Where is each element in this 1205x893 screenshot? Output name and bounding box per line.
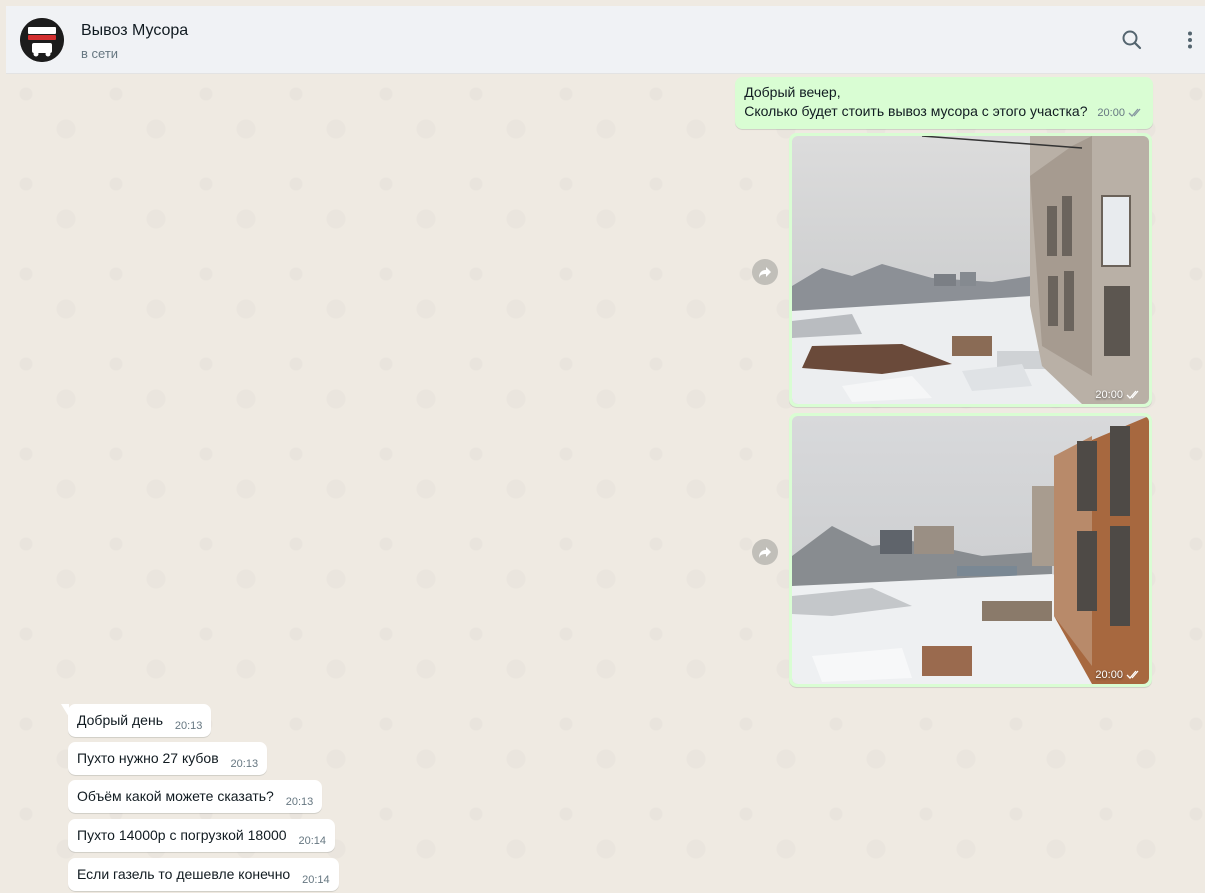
message-time: 20:14 — [298, 835, 326, 847]
message-text: Пухто 14000р с погрузкой 18000 — [77, 827, 287, 843]
photo-message[interactable]: 20:00 — [789, 413, 1152, 687]
incoming-message[interactable]: Добрый день 20:13 — [61, 704, 212, 737]
message-text-line: Добрый вечер, — [744, 84, 841, 100]
avatar[interactable] — [20, 18, 64, 62]
menu-button[interactable] — [1176, 26, 1204, 54]
incoming-message[interactable]: Пухто нужно 27 кубов 20:13 — [68, 742, 268, 775]
contact-status: в сети — [81, 46, 119, 61]
photo-meta: 20:00 — [1095, 669, 1142, 681]
snowy-yard-photo — [792, 136, 1149, 404]
search-button[interactable] — [1118, 26, 1146, 54]
message-time: 20:13 — [285, 796, 314, 808]
forward-icon — [759, 547, 771, 558]
photo-message[interactable]: 20:00 — [789, 133, 1152, 407]
message-time: 20:00 — [1097, 107, 1125, 119]
incoming-message[interactable]: Объём какой можете сказать? 20:13 — [68, 780, 323, 813]
chat-header: Вывоз Мусора в сети — [6, 6, 1205, 74]
incoming-message[interactable]: Если газель то дешевле конечно 20:14 — [68, 858, 339, 891]
double-check-icon — [1128, 108, 1141, 117]
incoming-message[interactable]: Пухто 14000р с погрузкой 18000 20:14 — [68, 819, 335, 852]
message-time: 20:00 — [1095, 669, 1123, 681]
message-text: Если газель то дешевле конечно — [77, 866, 291, 882]
menu-icon — [1188, 31, 1192, 49]
message-time: 20:13 — [174, 720, 203, 732]
contact-name[interactable]: Вывоз Мусора — [81, 22, 188, 40]
logo-icon — [20, 18, 64, 62]
outgoing-message[interactable]: Добрый вечер, Сколько будет стоить вывоз… — [735, 77, 1153, 129]
double-check-icon — [1126, 670, 1139, 679]
bubble-tail — [61, 704, 69, 717]
message-time: 20:13 — [230, 758, 259, 770]
forward-button[interactable] — [752, 259, 778, 285]
photo-meta: 20:00 — [1095, 389, 1142, 401]
snowy-yard-photo — [792, 416, 1149, 684]
forward-button[interactable] — [752, 539, 778, 565]
search-icon — [1122, 30, 1142, 50]
message-time: 20:00 — [1095, 389, 1123, 401]
message-text-line: Сколько будет стоить вывоз мусора с этог… — [744, 103, 1088, 119]
forward-icon — [759, 267, 771, 278]
message-text: Добрый день — [77, 712, 163, 728]
message-time: 20:14 — [302, 874, 330, 886]
chat-area[interactable]: Добрый вечер, Сколько будет стоить вывоз… — [6, 74, 1205, 893]
double-check-icon — [1126, 390, 1139, 399]
message-text: Объём какой можете сказать? — [77, 788, 274, 804]
message-meta: 20:00 — [1097, 107, 1144, 119]
message-text: Пухто нужно 27 кубов — [77, 750, 219, 766]
